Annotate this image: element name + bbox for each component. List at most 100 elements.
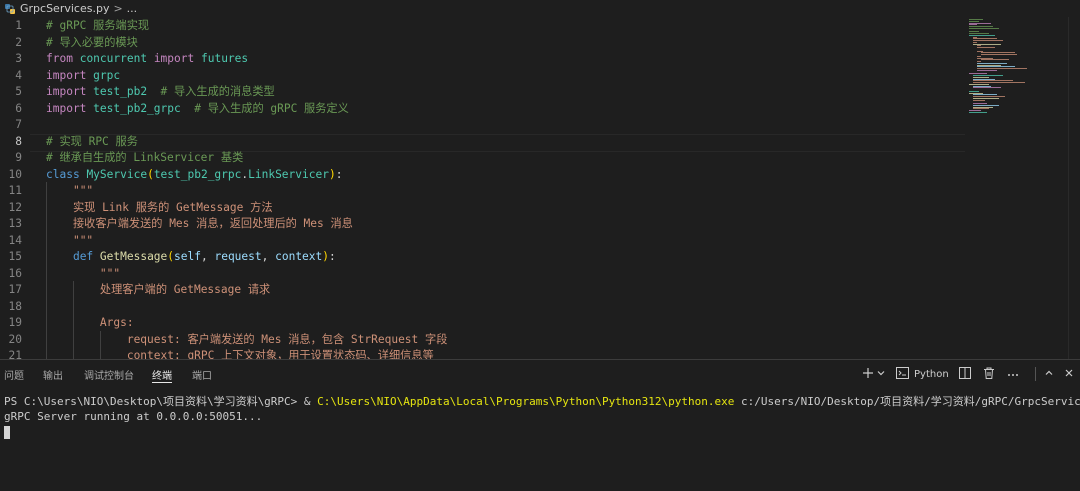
code-line[interactable]: 8 # 实现 RPC 服务 bbox=[0, 133, 1080, 152]
ellipsis-icon[interactable] bbox=[1007, 369, 1031, 380]
code-line[interactable]: 14 """ bbox=[0, 233, 1080, 250]
code-token: # 继承自生成的 LinkServicer 基类 bbox=[46, 151, 244, 164]
tab-ports[interactable]: 端口 bbox=[192, 367, 212, 382]
minimap-line bbox=[969, 111, 987, 113]
code-token: ) bbox=[328, 167, 336, 181]
code-text: 处理客户端的 GetMessage 请求 bbox=[46, 282, 270, 299]
code-line[interactable]: 13 接收客户端发送的 Mes 消息，返回处理后的 Mes 消息 bbox=[0, 216, 1080, 233]
code-line[interactable]: 18 bbox=[0, 299, 1080, 316]
current-line-highlight bbox=[30, 133, 965, 152]
code-line[interactable]: 17 处理客户端的 GetMessage 请求 bbox=[0, 282, 1080, 299]
terminal-output-line: gRPC Server running at 0.0.0.0:50051... bbox=[4, 410, 263, 423]
editor-scrollbar[interactable] bbox=[1068, 17, 1080, 359]
split-icon[interactable] bbox=[958, 366, 979, 382]
line-number: 2 bbox=[15, 35, 22, 49]
code-text: # 导入必要的模块 bbox=[46, 35, 138, 52]
code-line[interactable]: 21 context: gRPC 上下文对象，用于设置状态码、详细信息等 bbox=[0, 348, 1080, 359]
panel-tabs: 问题 输出 调试控制台 终端 端口 Python bbox=[0, 360, 1080, 388]
trash-icon[interactable] bbox=[983, 367, 1003, 382]
code-line[interactable]: 16 """ bbox=[0, 266, 1080, 283]
code-token: """ bbox=[72, 184, 94, 197]
shell-label[interactable]: Python bbox=[914, 369, 949, 380]
code-line[interactable]: 15 def GetMessage(self, request, context… bbox=[0, 249, 1080, 266]
code-line[interactable]: 3 from concurrent import futures bbox=[0, 51, 1080, 68]
code-text: import test_pb2_grpc # 导入生成的 gRPC 服务定义 bbox=[46, 101, 349, 118]
code-line[interactable]: 2 # 导入必要的模块 bbox=[0, 35, 1080, 52]
code-text: """ bbox=[46, 233, 93, 250]
minimap[interactable] bbox=[965, 17, 1075, 359]
code-text: request: 客户端发送的 Mes 消息，包含 StrRequest 字段 bbox=[46, 332, 448, 349]
code-token: import bbox=[153, 52, 195, 65]
plus-icon[interactable] bbox=[862, 367, 876, 382]
line-number: 7 bbox=[15, 118, 22, 131]
line-number: 6 bbox=[15, 101, 22, 115]
line-number: 12 bbox=[8, 200, 22, 214]
code-line[interactable]: 6 import test_pb2_grpc # 导入生成的 gRPC 服务定义 bbox=[0, 101, 1080, 118]
code-line[interactable]: 9 # 继承自生成的 LinkServicer 基类 bbox=[0, 150, 1080, 167]
minimap-line bbox=[969, 27, 999, 29]
minimap-line bbox=[977, 47, 995, 49]
code-token: # gRPC 服务端实现 bbox=[46, 19, 150, 32]
breadcrumb-file[interactable]: GrpcServices.py bbox=[20, 2, 109, 15]
minimap-line bbox=[973, 87, 1001, 89]
chevron-up-icon[interactable] bbox=[1044, 368, 1064, 381]
toolbar-divider bbox=[1034, 367, 1036, 381]
code-token: , bbox=[200, 250, 215, 263]
code-line[interactable]: 12 实现 Link 服务的 GetMessage 方法 bbox=[0, 200, 1080, 217]
close-icon[interactable] bbox=[1064, 368, 1078, 381]
code-text: context: gRPC 上下文对象，用于设置状态码、详细信息等 bbox=[46, 348, 434, 359]
terminal-output[interactable]: PS C:\Users\NIO\Desktop\项目资料\学习资料\gRPC> … bbox=[4, 394, 1080, 424]
code-line[interactable]: 10 class MyService(test_pb2_grpc.LinkServ… bbox=[0, 167, 1080, 184]
code-line[interactable]: 11 """ bbox=[0, 183, 1080, 200]
terminal-args: c:/Users/NIO/Desktop/项目资料/学习资料/gRPC/Grpc… bbox=[734, 395, 1080, 408]
line-number: 11 bbox=[8, 184, 22, 197]
code-text: # 继承自生成的 LinkServicer 基类 bbox=[46, 150, 243, 167]
code-token: from bbox=[46, 52, 73, 65]
code-token: 实现 Link 服务的 GetMessage 方法 bbox=[72, 200, 273, 214]
code-token: 接收客户端发送的 Mes 消息，返回处理后的 Mes 消息 bbox=[72, 217, 353, 230]
code-editor[interactable]: 1 # gRPC 服务端实现 2 # 导入必要的模块 3 from concurrent … bbox=[0, 17, 1080, 359]
code-line[interactable]: 4 import grpc bbox=[0, 68, 1080, 85]
minimap-line bbox=[973, 99, 985, 101]
tab-output[interactable]: 输出 bbox=[43, 367, 63, 382]
breadcrumb-more[interactable]: ... bbox=[127, 2, 138, 15]
code-token: test_pb2_grpc bbox=[153, 167, 242, 181]
chevron-down-icon[interactable] bbox=[876, 368, 890, 381]
terminal-cursor bbox=[4, 426, 10, 439]
code-token: Args: bbox=[99, 316, 134, 329]
tab-terminal[interactable]: 终端 bbox=[152, 367, 172, 383]
code-line[interactable]: 7 bbox=[0, 117, 1080, 134]
code-token: ) bbox=[322, 250, 330, 263]
code-text: # gRPC 服务端实现 bbox=[46, 18, 149, 35]
minimap-line bbox=[981, 59, 1009, 61]
code-line[interactable]: 20 request: 客户端发送的 Mes 消息，包含 StrRequest … bbox=[0, 332, 1080, 349]
code-text: def GetMessage(self, request, context): bbox=[46, 249, 336, 266]
line-number: 21 bbox=[8, 349, 22, 359]
terminal-icon[interactable] bbox=[896, 366, 912, 382]
code-line[interactable]: 1 # gRPC 服务端实现 bbox=[0, 18, 1080, 35]
code-token: self bbox=[174, 250, 201, 263]
tab-problems[interactable]: 问题 bbox=[4, 367, 24, 382]
code-line[interactable]: 19 Args: bbox=[0, 315, 1080, 332]
code-token: import bbox=[46, 85, 87, 98]
code-text: # 实现 RPC 服务 bbox=[46, 134, 138, 151]
line-number: 5 bbox=[15, 85, 22, 98]
code-token: futures bbox=[200, 52, 249, 65]
code-token: , bbox=[261, 250, 276, 263]
line-number: 10 bbox=[8, 167, 22, 181]
code-token: request: 客户端发送的 Mes 消息，包含 StrRequest 字段 bbox=[126, 332, 448, 346]
tab-debug-console[interactable]: 调试控制台 bbox=[84, 367, 134, 382]
line-number: 15 bbox=[8, 250, 22, 263]
code-line[interactable]: 5 import test_pb2 # 导入生成的消息类型 bbox=[0, 84, 1080, 101]
code-token: 处理客户端的 GetMessage 请求 bbox=[99, 283, 271, 296]
code-token: : bbox=[335, 167, 343, 181]
